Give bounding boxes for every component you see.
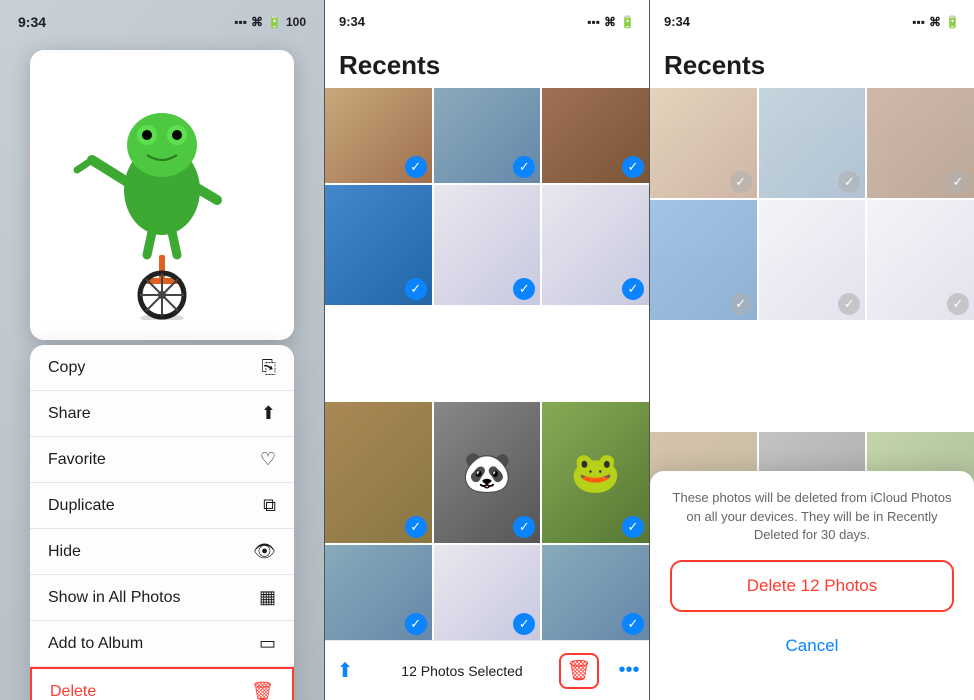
photo-preview-card <box>30 50 294 340</box>
menu-hide-label: Hide <box>48 543 81 561</box>
menu-item-hide[interactable]: Hide 👁︎ <box>30 529 294 575</box>
share-toolbar-btn[interactable]: ⬆ <box>325 653 365 689</box>
album-icon: ▭ <box>259 633 276 654</box>
frog-svg <box>72 70 252 320</box>
grid-icon: ▦ <box>259 587 276 608</box>
delete-confirmation-overlay: These photos will be deleted from iCloud… <box>650 471 974 700</box>
panel2-toolbar: ⬆ 12 Photos Selected 🗑 ••• <box>325 640 649 700</box>
status-icons-1: ▪▪▪ ⌘ 🔋 100 <box>234 15 306 29</box>
eye-icon: 👁︎ <box>253 541 276 562</box>
menu-favorite-label: Favorite <box>48 451 106 469</box>
grid-cell3-screenshot1: ✓ <box>759 200 866 320</box>
grid-cell-brown[interactable]: ✓ <box>325 402 432 544</box>
signal-icon-2: ▪▪▪ <box>587 15 600 29</box>
trash-toolbar-btn[interactable]: 🗑 <box>559 653 599 689</box>
menu-item-delete[interactable]: Delete 🗑 <box>30 667 294 700</box>
check-12: ✓ <box>622 613 644 635</box>
check-4: ✓ <box>405 278 427 300</box>
status-icons-2: ▪▪▪ ⌘ 🔋 <box>587 15 635 29</box>
grey-check-3: ✓ <box>947 171 969 193</box>
grid-cell-screenshot3[interactable]: ✓ <box>434 545 541 640</box>
status-time-1: 9:34 <box>18 14 46 30</box>
grid-cell-car[interactable]: ✓ <box>434 88 541 183</box>
frog-unicycle-image <box>30 50 294 340</box>
grid-cell3-dog: ✓ <box>650 88 757 198</box>
grid-cell-frog[interactable]: 🐸 ✓ <box>542 402 649 544</box>
menu-share-label: Share <box>48 405 91 423</box>
status-time-2: 9:34 <box>339 14 365 29</box>
grid-cell3-door: ✓ <box>867 88 974 198</box>
menu-item-favorite[interactable]: Favorite ♡ <box>30 437 294 483</box>
grey-check-6: ✓ <box>947 293 969 315</box>
panel-delete-confirm: 9:34 ▪▪▪ ⌘ 🔋 Recents ✓ ✓ ✓ ✓ ✓ ✓ ✓ <box>649 0 974 700</box>
trash-icon: 🗑 <box>251 681 274 700</box>
grid-cell-screenshot2[interactable]: ✓ <box>542 185 649 305</box>
grid-cell-folder2[interactable]: ✓ <box>542 545 649 640</box>
check-2: ✓ <box>513 156 535 178</box>
menu-show-all-label: Show in All Photos <box>48 589 181 607</box>
battery-icon-3: 🔋 <box>945 15 960 29</box>
grid-cell3-pool: ✓ <box>650 200 757 320</box>
menu-item-copy[interactable]: Copy ⎘ <box>30 345 294 391</box>
check-3: ✓ <box>622 156 644 178</box>
more-toolbar-btn[interactable]: ••• <box>609 653 649 689</box>
panel-multiselect: 9:34 ▪▪▪ ⌘ 🔋 Recents ✓ ✓ ✓ ✓ ✓ ✓ ✓ <box>324 0 649 700</box>
menu-add-album-label: Add to Album <box>48 635 143 653</box>
grid-cell-pool[interactable]: ✓ <box>325 185 432 305</box>
grey-check-2: ✓ <box>838 171 860 193</box>
battery-icon: 🔋 <box>267 15 282 29</box>
grid-cell-dog[interactable]: ✓ <box>325 88 432 183</box>
status-time-3: 9:34 <box>664 14 690 29</box>
context-menu: Copy ⎘ Share ⬆ Favorite ♡ Duplicate ⧉ Hi… <box>30 345 294 700</box>
panel-context-menu: 9:34 ▪▪▪ ⌘ 🔋 100 <box>0 0 324 700</box>
grid-cell-folder1[interactable]: ✓ <box>325 545 432 640</box>
menu-item-duplicate[interactable]: Duplicate ⧉ <box>30 483 294 529</box>
panel2-recents-header: Recents <box>339 50 440 81</box>
check-6: ✓ <box>622 278 644 300</box>
share-icon: ⬆ <box>261 403 276 424</box>
battery-icon-2: 🔋 <box>620 15 635 29</box>
grid-cell-panda[interactable]: 🐼 ✓ <box>434 402 541 544</box>
grid-cell-door[interactable]: ✓ <box>542 88 649 183</box>
battery-text: 100 <box>286 15 306 29</box>
check-7: ✓ <box>405 516 427 538</box>
copy-icon: ⎘ <box>262 357 276 378</box>
panel3-recents-header: Recents <box>664 50 765 81</box>
menu-delete-label: Delete <box>50 683 96 700</box>
check-10: ✓ <box>405 613 427 635</box>
grid-cell-screenshot1[interactable]: ✓ <box>434 185 541 305</box>
grid-cell3-screenshot2: ✓ <box>867 200 974 320</box>
wifi-icon-3: ⌘ <box>929 15 941 29</box>
status-bar-3: 9:34 ▪▪▪ ⌘ 🔋 <box>650 14 974 29</box>
delete-cancel-button[interactable]: Cancel <box>670 622 954 670</box>
wifi-icon-2: ⌘ <box>604 15 616 29</box>
menu-copy-label: Copy <box>48 359 85 377</box>
grid-cell3-car: ✓ <box>759 88 866 198</box>
menu-item-share[interactable]: Share ⬆ <box>30 391 294 437</box>
status-bar-1: 9:34 ▪▪▪ ⌘ 🔋 100 <box>0 14 324 30</box>
selected-count-text: 12 Photos Selected <box>375 663 549 679</box>
status-icons-3: ▪▪▪ ⌘ 🔋 <box>912 15 960 29</box>
heart-icon: ♡ <box>260 449 276 470</box>
status-bar-2: 9:34 ▪▪▪ ⌘ 🔋 <box>325 14 649 29</box>
grey-check-1: ✓ <box>730 171 752 193</box>
delete-description-text: These photos will be deleted from iCloud… <box>670 489 954 544</box>
signal-icon: ▪▪▪ <box>234 15 247 29</box>
grey-check-4: ✓ <box>730 293 752 315</box>
menu-item-show-all[interactable]: Show in All Photos ▦ <box>30 575 294 621</box>
duplicate-icon: ⧉ <box>263 495 276 516</box>
signal-icon-3: ▪▪▪ <box>912 15 925 29</box>
check-5: ✓ <box>513 278 535 300</box>
delete-confirm-button[interactable]: Delete 12 Photos <box>670 560 954 612</box>
check-11: ✓ <box>513 613 535 635</box>
photos-grid-2: ✓ ✓ ✓ ✓ ✓ ✓ ✓ 🐼 ✓ 🐸 ✓ <box>325 88 649 640</box>
menu-duplicate-label: Duplicate <box>48 497 115 515</box>
check-1: ✓ <box>405 156 427 178</box>
menu-item-add-album[interactable]: Add to Album ▭ <box>30 621 294 667</box>
grey-check-5: ✓ <box>838 293 860 315</box>
wifi-icon: ⌘ <box>251 15 263 29</box>
